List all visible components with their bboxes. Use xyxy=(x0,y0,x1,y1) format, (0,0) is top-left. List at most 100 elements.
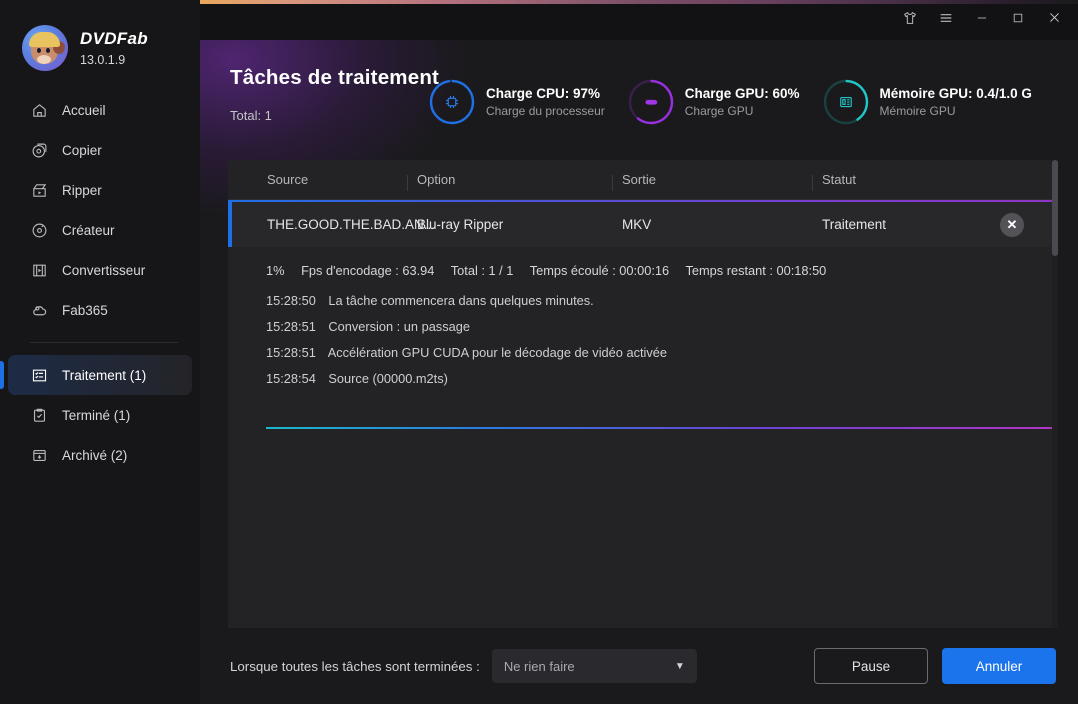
sidebar-item-fab365[interactable]: Fab365 xyxy=(8,290,192,330)
sidebar-item-termine[interactable]: Terminé (1) xyxy=(8,395,192,435)
close-icon xyxy=(1047,10,1062,30)
log-text: Accélération GPU CUDA pour le décodage d… xyxy=(327,345,667,360)
monkey-avatar-icon xyxy=(22,25,68,71)
row-sortie: MKV xyxy=(622,217,652,232)
disc-create-icon xyxy=(30,221,48,239)
top-accent-strip xyxy=(200,0,1078,4)
close-button[interactable] xyxy=(1036,5,1072,35)
stat-progress: 1% xyxy=(266,263,285,278)
gpu-memory-icon xyxy=(822,78,870,126)
log-time: 15:28:54 xyxy=(266,371,316,386)
task-stats: 1% Fps d'encodage : 63.94 Total : 1 / 1 … xyxy=(266,263,1058,278)
disc-copy-icon xyxy=(30,141,48,159)
tshirt-icon xyxy=(902,10,918,31)
gpu-load-label: Charge GPU xyxy=(684,104,754,118)
clipboard-check-icon xyxy=(30,406,48,424)
chevron-down-icon: ▼ xyxy=(674,660,685,672)
sidebar-item-ripper[interactable]: Ripper xyxy=(8,170,192,210)
column-header-statut: Statut xyxy=(812,172,1058,191)
stat-remaining: Temps restant : 00:18:50 xyxy=(685,263,827,278)
menu-button[interactable] xyxy=(928,5,964,35)
log-time: 15:28:51 xyxy=(266,319,316,334)
sidebar-item-archive[interactable]: Archivé (2) xyxy=(8,435,192,475)
log-text: Conversion : un passage xyxy=(328,319,470,334)
sidebar-nav-primary: Accueil Copier Ripper Créateur Convertis… xyxy=(0,90,200,475)
maximize-icon xyxy=(1011,11,1025,30)
table-scrollbar[interactable] xyxy=(1052,160,1058,628)
sidebar-item-traitement[interactable]: Traitement (1) xyxy=(0,355,192,395)
gauge-gpu: Charge GPU: 60% Charge GPU xyxy=(627,78,800,126)
log-entry: 15:28:51 Conversion : un passage xyxy=(266,319,1058,334)
gpu-load-value: Charge GPU: 60% xyxy=(684,86,800,101)
sidebar-item-convertisseur[interactable]: Convertisseur xyxy=(8,250,192,290)
log-time: 15:28:51 xyxy=(266,345,316,360)
sidebar: DVDFab 13.0.1.9 Accueil Copier Ripper Cr… xyxy=(0,0,200,704)
main-area: Tâches de traitement Total: 1 Charge CPU… xyxy=(200,0,1078,704)
cancel-task-icon[interactable]: ✕ xyxy=(1000,212,1024,237)
table-row[interactable]: THE.GOOD.THE.BAD.AN... Blu-ray Ripper MK… xyxy=(228,200,1058,247)
stat-fps: Fps d'encodage : 63.94 xyxy=(301,263,435,278)
sidebar-divider xyxy=(30,342,178,343)
brand: DVDFab 13.0.1.9 xyxy=(0,0,200,76)
brand-version: 13.0.1.9 xyxy=(80,53,126,67)
theme-button[interactable] xyxy=(892,5,928,35)
sidebar-item-label: Copier xyxy=(62,142,102,158)
on-finish-label: Lorsque toutes les tâches sont terminées… xyxy=(230,658,480,674)
footer-bar: Lorsque toutes les tâches sont terminées… xyxy=(200,628,1078,704)
sidebar-item-label: Traitement (1) xyxy=(62,367,147,383)
home-icon xyxy=(30,101,48,119)
content-area: Tâches de traitement Total: 1 Charge CPU… xyxy=(200,40,1078,628)
log-entry: 15:28:51 Accélération GPU CUDA pour le d… xyxy=(266,345,1058,360)
pause-button[interactable]: Pause xyxy=(814,648,928,684)
gpu-ring xyxy=(627,78,675,126)
brand-name: DVDFab xyxy=(80,29,148,48)
column-header-source: Source xyxy=(267,172,309,187)
page-header: Tâches de traitement Total: 1 Charge CPU… xyxy=(200,40,1078,160)
sidebar-item-label: Fab365 xyxy=(62,302,108,318)
log-entry: 15:28:54 Source (00000.m2ts) xyxy=(266,371,1058,386)
gauge-gpu-memory: Mémoire GPU: 0.4/1.0 G Mémoire GPU xyxy=(822,78,1032,126)
footer-buttons: Pause Annuler xyxy=(814,648,1056,684)
sidebar-item-label: Terminé (1) xyxy=(62,407,131,423)
stat-elapsed: Temps écoulé : 00:00:16 xyxy=(529,263,670,278)
column-header-sortie: Sortie xyxy=(612,172,822,191)
sidebar-item-label: Créateur xyxy=(62,222,115,238)
gauge-cpu: Charge CPU: 97% Charge du processeur xyxy=(428,78,605,126)
cpu-ring xyxy=(428,78,476,126)
sidebar-item-label: Accueil xyxy=(62,102,106,118)
sidebar-item-copier[interactable]: Copier xyxy=(8,130,192,170)
log-text: La tâche commencera dans quelques minute… xyxy=(328,293,594,308)
disc-rip-icon xyxy=(30,181,48,199)
log-entry: 15:28:50 La tâche commencera dans quelqu… xyxy=(266,293,1058,308)
cpu-load-value: Charge CPU: 97% xyxy=(486,86,601,101)
cpu-chip-icon xyxy=(428,78,476,126)
minimize-icon xyxy=(975,11,989,30)
column-header-option: Option xyxy=(407,172,622,191)
resource-gauges: Charge CPU: 97% Charge du processeur Cha… xyxy=(428,78,1054,126)
scrollbar-thumb[interactable] xyxy=(1052,160,1058,256)
sidebar-item-createur[interactable]: Créateur xyxy=(8,210,192,250)
on-finish-selected-value: Ne rien faire xyxy=(503,658,575,674)
on-finish-select[interactable]: Ne rien faire ▼ xyxy=(491,649,697,683)
sidebar-item-label: Archivé (2) xyxy=(62,447,128,463)
sidebar-item-accueil[interactable]: Accueil xyxy=(8,90,192,130)
gpu-memory-value: Mémoire GPU: 0.4/1.0 G xyxy=(879,86,1032,101)
film-convert-icon xyxy=(30,261,48,279)
sidebar-item-label: Convertisseur xyxy=(62,262,146,278)
task-progress-bar xyxy=(266,427,1058,429)
gpu-memory-label: Mémoire GPU xyxy=(879,104,956,118)
task-table: Source Option Sortie Statut THE.GOOD.THE… xyxy=(228,160,1058,628)
table-header-row: Source Option Sortie Statut xyxy=(228,160,1058,200)
task-detail: 1% Fps d'encodage : 63.94 Total : 1 / 1 … xyxy=(228,247,1058,429)
cloud-365-icon xyxy=(30,301,48,319)
row-statut: Traitement xyxy=(822,217,887,232)
maximize-button[interactable] xyxy=(1000,5,1036,35)
cpu-load-label: Charge du processeur xyxy=(486,104,605,118)
cancel-button[interactable]: Annuler xyxy=(942,648,1056,684)
dvdfab-window: DVDFab 13.0.1.9 Accueil Copier Ripper Cr… xyxy=(0,0,1078,704)
task-list-icon xyxy=(30,366,48,384)
row-option: Blu-ray Ripper xyxy=(417,217,504,232)
minimize-button[interactable] xyxy=(964,5,1000,35)
stat-total: Total : 1 / 1 xyxy=(450,263,514,278)
sidebar-item-label: Ripper xyxy=(62,182,102,198)
